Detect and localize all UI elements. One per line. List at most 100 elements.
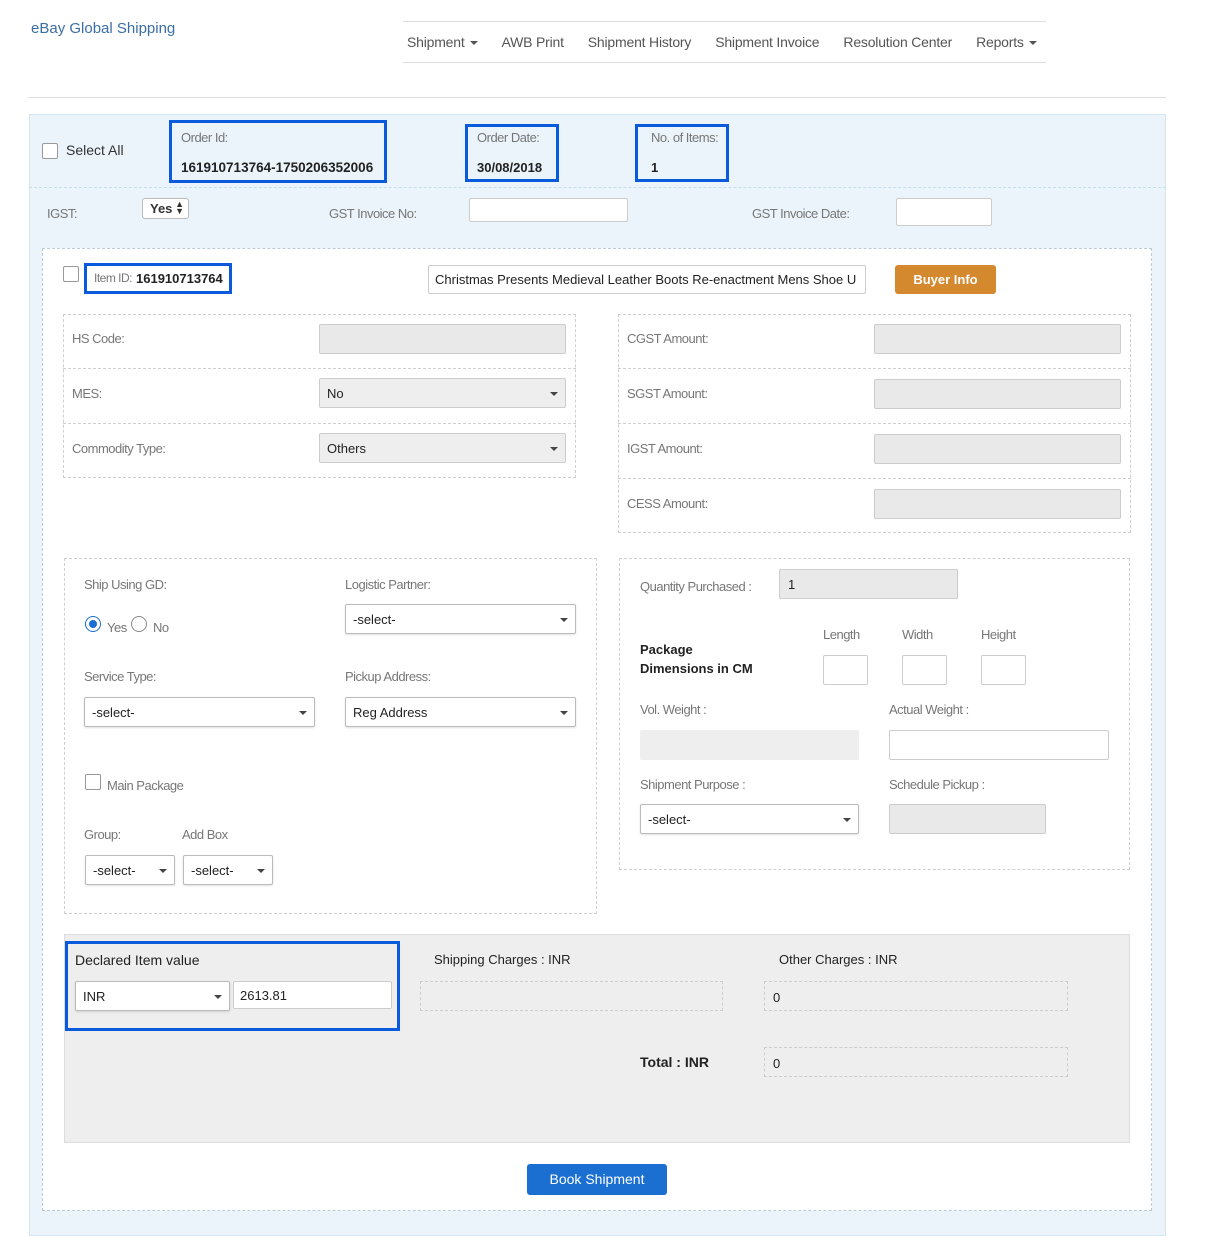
igst-select[interactable]: Yes ▲ ▼	[142, 198, 189, 219]
gst-invoice-date-label: GST Invoice Date:	[752, 206, 850, 221]
order-date-label: Order Date:	[477, 130, 540, 145]
package-dimensions-label: Package Dimensions in CM	[640, 642, 753, 676]
buyer-info-button[interactable]: Buyer Info	[895, 265, 996, 294]
logistic-partner-select[interactable]: -select-	[345, 604, 576, 634]
shipping-charges-label: Shipping Charges : INR	[434, 952, 571, 967]
add-box-select[interactable]: -select-	[183, 855, 273, 885]
updown-icon: ▲ ▼	[175, 199, 184, 216]
logistic-partner-label: Logistic Partner:	[345, 577, 431, 592]
service-type-select[interactable]: -select-	[84, 697, 315, 727]
select-all-checkbox[interactable]	[42, 143, 58, 159]
row-divider	[63, 368, 576, 369]
row-divider	[618, 478, 1131, 479]
gst-invoice-no-input[interactable]	[469, 198, 628, 222]
item-checkbox[interactable]	[63, 266, 79, 282]
nav-shipment-history[interactable]: Shipment History	[588, 34, 692, 50]
shipment-purpose-label: Shipment Purpose :	[640, 777, 746, 792]
chevron-down-icon	[257, 869, 265, 873]
cgst-amount-label: CGST Amount:	[627, 331, 709, 346]
igst-select-value: Yes	[150, 201, 173, 216]
order-id-label: Order Id:	[181, 130, 228, 145]
ship-gd-yes-radio[interactable]	[85, 616, 101, 632]
width-input[interactable]	[902, 655, 947, 685]
shipping-charges-field	[420, 981, 723, 1011]
item-title-field[interactable]: Christmas Presents Medieval Leather Boot…	[428, 265, 866, 294]
currency-select-value: INR	[83, 989, 106, 1004]
row-divider	[618, 423, 1131, 424]
nav-awb-print[interactable]: AWB Print	[502, 34, 564, 50]
item-id-label: Item ID:	[94, 271, 133, 285]
shipment-purpose-select[interactable]: -select-	[640, 804, 859, 834]
other-charges-field[interactable]: 0	[764, 981, 1068, 1011]
commodity-type-value: Others	[327, 441, 367, 456]
actual-weight-label: Actual Weight :	[889, 702, 969, 717]
group-select[interactable]: -select-	[85, 855, 175, 885]
order-panel-divider	[29, 187, 1166, 188]
gst-invoice-date-input[interactable]	[896, 198, 992, 226]
length-input[interactable]	[823, 655, 868, 685]
brand-link[interactable]: eBay Global Shipping	[31, 20, 175, 37]
sgst-amount-label: SGST Amount:	[627, 386, 708, 401]
items-count-label: No. of Items:	[651, 130, 719, 145]
group-label: Group:	[84, 827, 121, 842]
shipment-purpose-value: -select-	[648, 812, 691, 827]
ship-gd-no-radio[interactable]	[131, 616, 147, 632]
chevron-down-icon	[560, 711, 568, 715]
schedule-pickup-input[interactable]	[889, 804, 1046, 834]
header-divider	[28, 97, 1166, 98]
add-box-value: -select-	[191, 863, 234, 878]
igst-amount-input[interactable]	[874, 434, 1121, 464]
main-package-label: Main Package	[107, 778, 184, 793]
vol-weight-label: Vol. Weight :	[640, 702, 707, 717]
pickup-address-value: Reg Address	[353, 705, 428, 720]
cess-amount-label: CESS Amount:	[627, 496, 708, 511]
chevron-down-icon	[560, 618, 568, 622]
nav-reports[interactable]: Reports	[976, 34, 1037, 50]
declared-value-label: Declared Item value	[75, 952, 200, 968]
logistic-partner-value: -select-	[353, 612, 396, 627]
pickup-address-label: Pickup Address:	[345, 669, 431, 684]
width-label: Width	[902, 627, 933, 642]
add-box-label: Add Box	[182, 827, 228, 842]
nav-shipment[interactable]: Shipment	[407, 34, 478, 50]
height-label: Height	[981, 627, 1016, 642]
book-shipment-button[interactable]: Book Shipment	[527, 1164, 667, 1195]
cess-amount-input[interactable]	[874, 489, 1121, 519]
igst-amount-label: IGST Amount:	[627, 441, 703, 456]
chevron-down-icon	[214, 995, 222, 999]
chevron-down-icon	[469, 41, 478, 46]
schedule-pickup-label: Schedule Pickup :	[889, 777, 985, 792]
top-nav: Shipment AWB Print Shipment History Ship…	[403, 21, 1046, 63]
declared-value-input[interactable]: 2613.81	[233, 981, 392, 1009]
nav-shipment-invoice[interactable]: Shipment Invoice	[715, 34, 819, 50]
total-label: Total : INR	[640, 1054, 709, 1070]
mes-select[interactable]: No	[319, 378, 566, 408]
pickup-address-select[interactable]: Reg Address	[345, 697, 576, 727]
actual-weight-input[interactable]	[889, 730, 1109, 760]
ship-using-gd-label: Ship Using GD:	[84, 577, 167, 592]
mes-label: MES:	[72, 386, 102, 401]
nav-resolution-center[interactable]: Resolution Center	[843, 34, 952, 50]
sgst-amount-input[interactable]	[874, 379, 1121, 409]
mes-select-value: No	[327, 386, 344, 401]
vol-weight-field	[640, 730, 859, 760]
order-id-value: 161910713764-1750206352006	[181, 160, 374, 175]
chevron-down-icon	[843, 818, 851, 822]
commodity-type-select[interactable]: Others	[319, 433, 566, 463]
nav-shipment-label: Shipment	[407, 34, 465, 50]
cgst-amount-input[interactable]	[874, 324, 1121, 354]
currency-select[interactable]: INR	[75, 981, 230, 1011]
length-label: Length	[823, 627, 860, 642]
group-select-value: -select-	[93, 863, 136, 878]
quantity-purchased-input[interactable]: 1	[779, 569, 958, 599]
service-type-value: -select-	[92, 705, 135, 720]
ship-gd-no-label: No	[153, 620, 169, 635]
hs-code-input[interactable]	[319, 324, 566, 354]
row-divider	[63, 423, 576, 424]
other-charges-label: Other Charges : INR	[779, 952, 898, 967]
main-package-checkbox[interactable]	[85, 774, 101, 790]
hs-code-label: HS Code:	[72, 331, 125, 346]
height-input[interactable]	[981, 655, 1026, 685]
chevron-down-icon	[299, 711, 307, 715]
gst-invoice-no-label: GST Invoice No:	[329, 206, 417, 221]
